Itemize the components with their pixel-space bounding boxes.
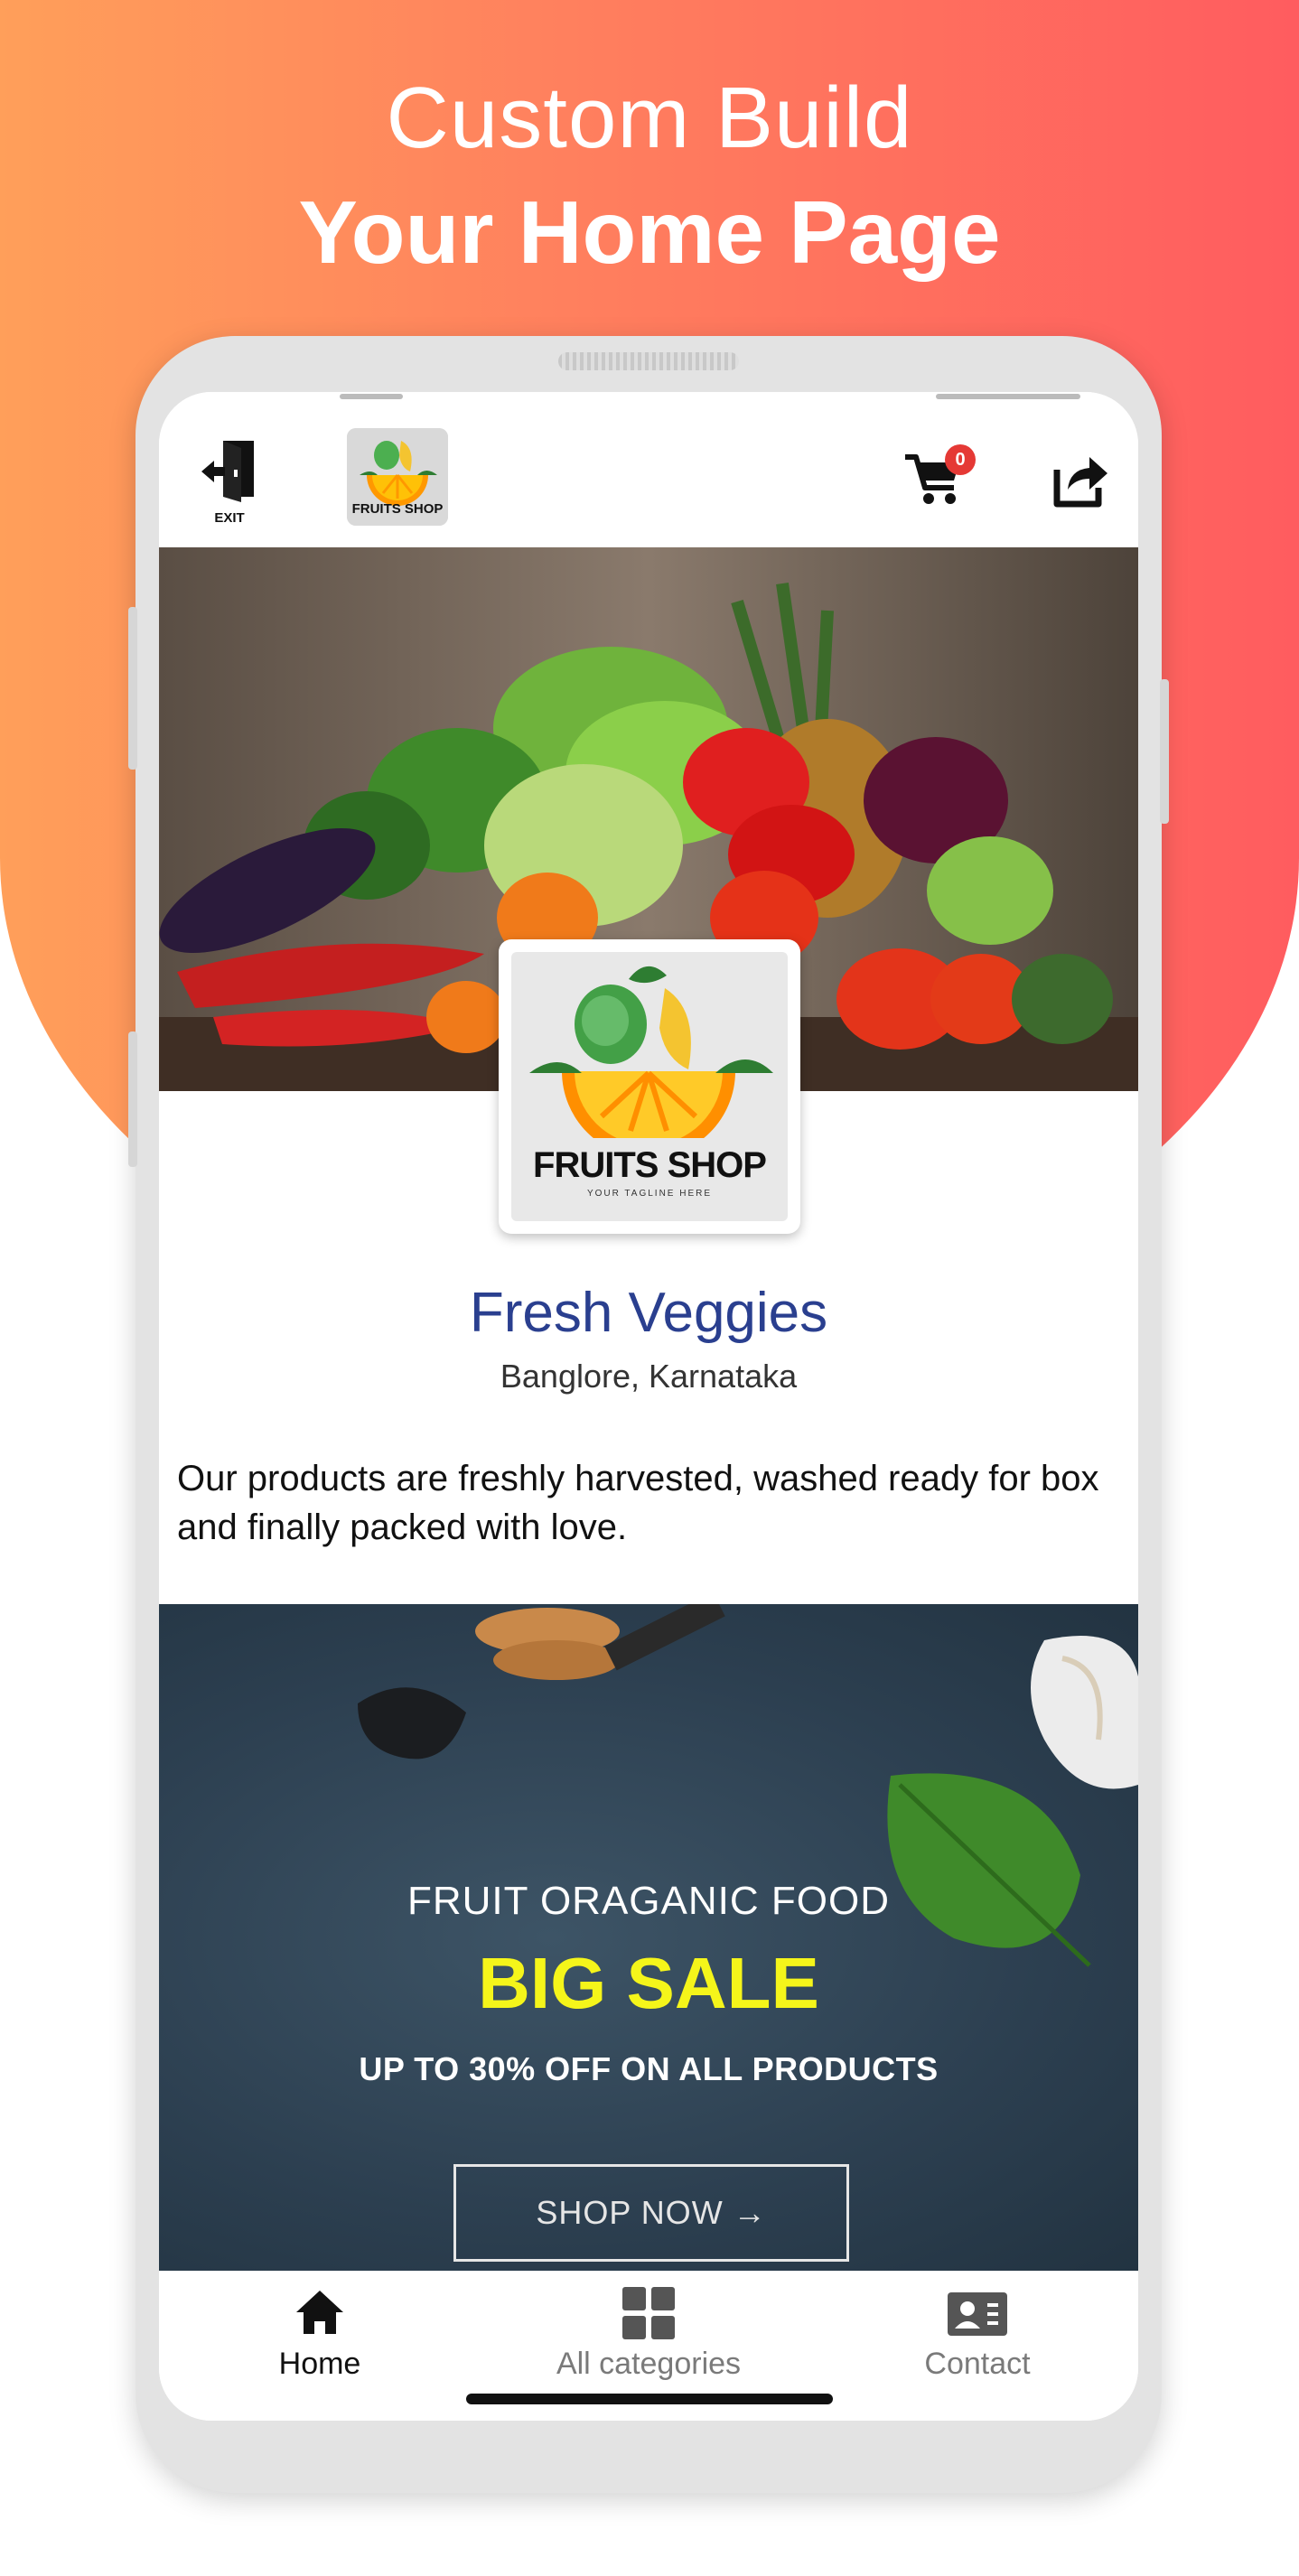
app-screen: EXIT FRUITS SHOP 0 FRUITS SHOP YOUR TAGL…	[159, 392, 1138, 2421]
bottom-navigation: Home All categories Contact	[159, 2271, 1138, 2421]
home-indicator	[466, 2394, 833, 2404]
banner-line-1: FRUIT ORAGANIC FOOD	[407, 1879, 890, 1923]
exit-button[interactable]: EXIT	[193, 437, 266, 527]
share-button[interactable]	[1048, 448, 1111, 511]
cart-count-badge: 0	[945, 444, 976, 475]
fruits-shop-logo-large	[529, 966, 773, 1138]
phone-frame: EXIT FRUITS SHOP 0 FRUITS SHOP YOUR TAGL…	[128, 336, 1169, 2493]
app-bar: EXIT FRUITS SHOP 0	[159, 392, 1138, 547]
status-bar-fragment	[936, 394, 1080, 399]
volume-button	[128, 607, 137, 770]
contact-card-icon	[948, 2292, 1007, 2336]
logo-text: FRUITS SHOP	[533, 1145, 767, 1185]
shop-now-button[interactable]: SHOP NOW →	[453, 2164, 849, 2262]
svg-text:FRUITS SHOP: FRUITS SHOP	[352, 501, 444, 517]
store-logo-card: FRUITS SHOP YOUR TAGLINE HERE	[499, 939, 800, 1234]
cart-button[interactable]: 0	[902, 444, 976, 517]
nav-item-all-categories[interactable]: All categories	[513, 2283, 784, 2382]
nav-label-all-categories: All categories	[556, 2347, 742, 2381]
side-button	[128, 1031, 137, 1167]
status-bar-fragment	[340, 394, 403, 399]
store-logo: FRUITS SHOP YOUR TAGLINE HERE	[511, 952, 788, 1221]
headline-line-1: Custom Build	[386, 70, 913, 166]
nav-label-home: Home	[278, 2347, 361, 2381]
home-icon	[296, 2291, 343, 2334]
fruits-shop-logo-icon: FRUITS SHOP	[347, 428, 448, 526]
banner-headline: BIG SALE	[478, 1943, 819, 2023]
share-icon	[1053, 457, 1107, 508]
store-name: Fresh Veggies	[469, 1282, 828, 1344]
phone-speaker	[558, 352, 739, 370]
header-logo[interactable]: FRUITS SHOP	[347, 428, 448, 526]
banner-subline: UP TO 30% OFF ON ALL PRODUCTS	[359, 2050, 939, 2087]
nav-item-home[interactable]: Home	[184, 2283, 455, 2382]
store-location: Banglore, Karnataka	[500, 1358, 798, 1395]
exit-label: EXIT	[214, 510, 245, 526]
grid-icon	[622, 2287, 675, 2339]
logo-tagline: YOUR TAGLINE HERE	[586, 1189, 713, 1199]
store-description: Our products are freshly harvested, wash…	[177, 1459, 1099, 1547]
promo-headline: Custom Build Your Home Page	[0, 63, 1299, 291]
nav-label-contact: Contact	[924, 2347, 1031, 2381]
headline-line-2: Your Home Page	[298, 182, 1001, 282]
power-button	[1160, 679, 1169, 824]
nav-item-contact[interactable]: Contact	[842, 2283, 1113, 2382]
exit-icon	[197, 441, 254, 502]
